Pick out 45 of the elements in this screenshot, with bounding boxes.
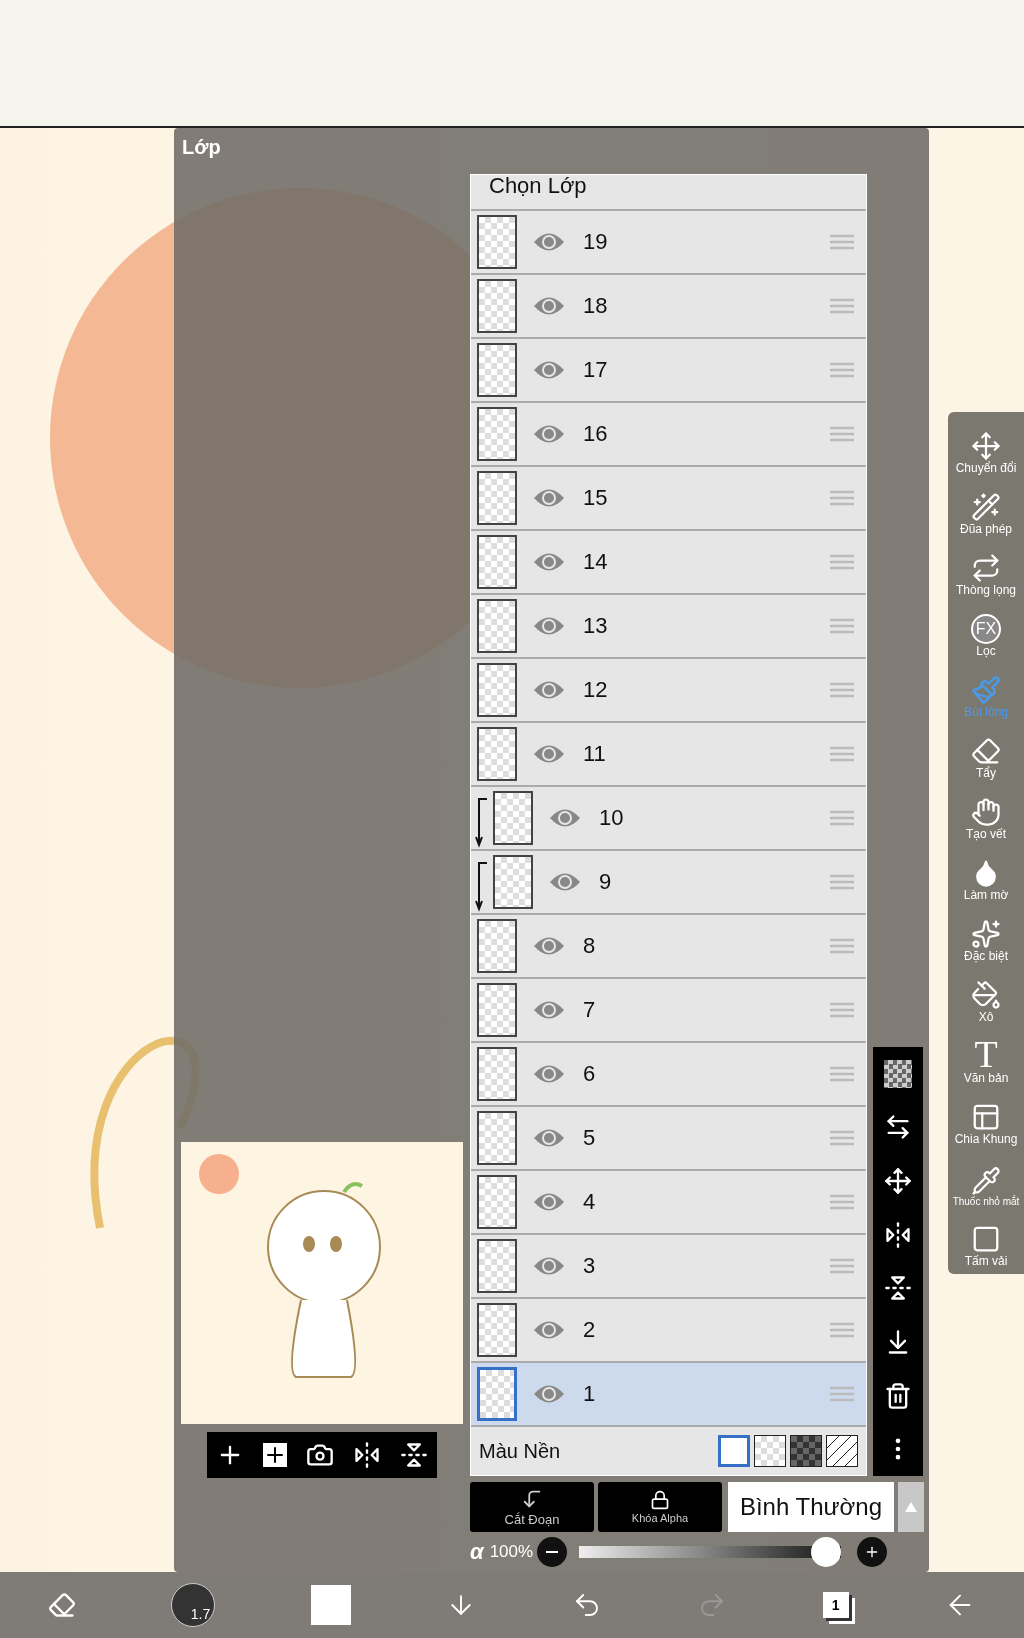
panel-title: Lớp [182, 136, 221, 159]
tool-button[interactable]: Làm mờ [963, 845, 1009, 902]
layer-name: 7 [583, 997, 597, 1023]
tool-button[interactable]: Tẩy [971, 723, 1001, 780]
layer-name: 1 [583, 1381, 597, 1407]
alpha-lock-button[interactable]: Khóa Alpha [598, 1482, 722, 1532]
select-layer-row[interactable]: Chọn Lớp [471, 175, 866, 211]
tool-button[interactable]: Thuốc nhỏ mắt [952, 1150, 1020, 1207]
layer-name: 8 [583, 933, 597, 959]
tool-button[interactable]: Đũa phép [959, 479, 1012, 536]
select-layer-label: Chọn Lớp [489, 175, 587, 197]
tool-button[interactable]: T Văn bản [963, 1028, 1009, 1085]
clipping-button[interactable]: Cắt Đoạn [470, 1482, 594, 1532]
tool-button[interactable]: Tấm vải [964, 1211, 1008, 1268]
layer-name: 9 [599, 869, 613, 895]
layer-name: 5 [583, 1125, 597, 1151]
layer-name: 13 [583, 613, 609, 639]
tool-button[interactable]: FX Lọc [971, 601, 1001, 658]
layer-name: 18 [583, 293, 609, 319]
layer-name: 12 [583, 677, 609, 703]
background-color-label: Màu Nền [479, 1439, 562, 1463]
tool-button[interactable]: Chia Khung [954, 1089, 1018, 1146]
layer-row[interactable]: 1 [471, 1363, 866, 1427]
layer-name: 3 [583, 1253, 597, 1279]
layer-name: 16 [583, 421, 609, 447]
opacity-value: 100% [489, 1542, 534, 1562]
layer-name: 14 [583, 549, 609, 575]
layer-name: 19 [583, 229, 609, 255]
layer-name: 6 [583, 1061, 597, 1087]
tool-button[interactable]: Thòng lọng [955, 540, 1016, 597]
blend-mode-dropdown[interactable]: Bình Thường [728, 1482, 894, 1532]
text-tool-icon: T [974, 1037, 998, 1071]
layer-name: 11 [583, 741, 607, 767]
layer-name: 4 [583, 1189, 597, 1215]
brush-size-button[interactable]: 1.7 [171, 1583, 216, 1627]
fx-icon: FX [971, 614, 1001, 644]
tool-button[interactable]: Tạo vết [966, 784, 1006, 841]
tool-button[interactable]: Đặc biệt [964, 906, 1008, 963]
layer-name: 2 [583, 1317, 597, 1343]
layer-name: 17 [583, 357, 609, 383]
layer-name: 15 [583, 485, 609, 511]
tool-button[interactable]: Xô [971, 967, 1001, 1024]
tool-button[interactable]: Chuyển đổi [955, 418, 1017, 475]
layer-name: 10 [599, 805, 625, 831]
alpha-symbol: α [470, 1539, 484, 1565]
